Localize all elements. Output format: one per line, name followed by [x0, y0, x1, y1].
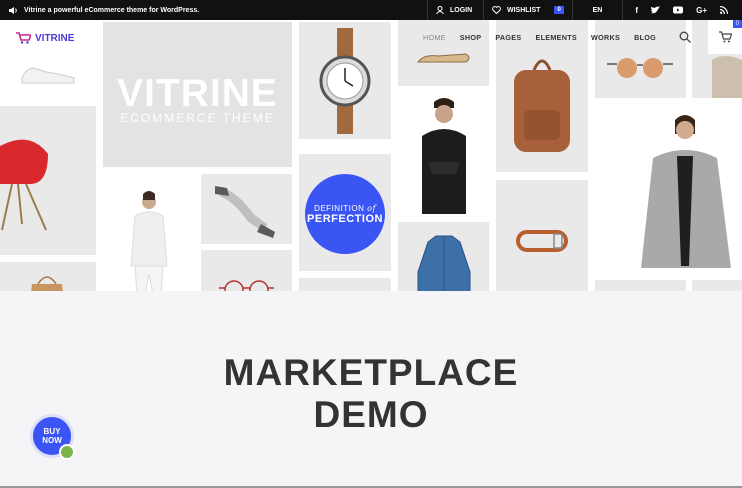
hero-title: VITRINE	[117, 72, 278, 115]
page-heading: MARKETPLACE DEMO	[0, 352, 742, 436]
buy-now-button[interactable]: BUY NOW	[30, 414, 75, 460]
nav-blog[interactable]: BLOG	[634, 33, 656, 42]
google-plus-icon[interactable]: G+	[696, 6, 707, 15]
lower-tile-3	[692, 280, 742, 291]
sneakers-legs-tile	[201, 174, 292, 244]
language-selector[interactable]: EN	[572, 0, 622, 20]
watch-tile	[299, 22, 391, 139]
lower-tile	[299, 278, 391, 291]
hero-collage: VITRINE ECOMMERCE THEME	[0, 20, 742, 291]
facebook-icon[interactable]: f	[635, 6, 638, 15]
definition-of-perfection-badge: DEFINITION of PERFECTION	[305, 174, 385, 254]
glasses-tile	[201, 250, 292, 291]
envato-icon	[59, 444, 75, 460]
language-label: EN	[592, 6, 603, 14]
badge-script-text: of	[367, 203, 376, 213]
sunglasses-image	[607, 58, 673, 78]
divider	[622, 0, 631, 20]
tagline: Vitrine a powerful eCommerce theme for W…	[8, 0, 199, 20]
model-white-tile	[103, 174, 195, 291]
glasses-image	[219, 280, 274, 291]
watch-image	[319, 28, 371, 134]
bag-image	[31, 276, 63, 291]
lower-tile-2	[595, 280, 686, 291]
wishlist-count-badge: 0	[554, 6, 564, 14]
heart-icon	[492, 6, 501, 14]
denim-jacket-image	[417, 235, 471, 291]
model-white-image	[130, 191, 168, 291]
badge-line-2: PERFECTION	[307, 212, 383, 225]
heading-line-2: DEMO	[313, 394, 429, 435]
model-man-image	[422, 98, 466, 214]
login-link[interactable]: LOGIN	[427, 0, 472, 20]
nav-elements[interactable]: ELEMENTS	[535, 33, 577, 42]
backpack-image	[514, 59, 570, 152]
main-navigation: HOME SHOP PAGES ELEMENTS WORKS BLOG	[423, 33, 656, 42]
cart-button[interactable]: 0	[708, 20, 742, 54]
nav-shop[interactable]: SHOP	[460, 33, 482, 42]
model-coat-image	[641, 115, 731, 268]
nav-pages[interactable]: PAGES	[495, 33, 521, 42]
youtube-icon[interactable]	[673, 6, 684, 14]
hero-subtitle: ECOMMERCE THEME	[120, 111, 275, 125]
chair-image	[0, 139, 48, 231]
loafer-image	[416, 53, 470, 63]
nav-works[interactable]: WORKS	[591, 33, 620, 42]
login-label: LOGIN	[450, 6, 473, 14]
badge-line-1: DEFINITION of	[314, 204, 376, 213]
rss-icon[interactable]	[720, 6, 728, 14]
denim-tile	[398, 222, 489, 291]
tagline-text: Vitrine a powerful eCommerce theme for W…	[24, 6, 200, 14]
model-coat-tile	[595, 106, 742, 274]
sneaker-tile	[0, 50, 96, 98]
sneakers-legs-image	[215, 186, 275, 238]
site-logo[interactable]: VITRINE	[16, 32, 74, 44]
sneaker-image	[21, 67, 75, 84]
search-icon[interactable]	[679, 31, 691, 43]
wishlist-label: WISHLIST	[507, 6, 541, 14]
twitter-icon[interactable]	[651, 6, 661, 14]
user-icon	[436, 6, 444, 14]
chair-tile	[0, 106, 96, 255]
belt-image	[516, 230, 568, 252]
bag-tile	[0, 262, 96, 291]
heading-line-1: MARKETPLACE	[223, 352, 519, 393]
speaker-icon	[9, 6, 17, 14]
social-links: f G+	[635, 0, 728, 20]
model-man-tile	[398, 92, 489, 220]
sunglasses-tile	[595, 20, 686, 98]
logo-text: VITRINE	[35, 32, 75, 44]
belt-tile	[496, 180, 588, 291]
badge-line-1-text: DEFINITION	[314, 203, 365, 213]
shoe-tile	[398, 20, 489, 86]
cart-count-badge: 0	[732, 20, 742, 28]
wishlist-link[interactable]: WISHLIST 0	[483, 0, 564, 20]
backpack-tile	[496, 20, 588, 172]
top-bar: Vitrine a powerful eCommerce theme for W…	[0, 0, 742, 20]
cart-icon	[718, 31, 732, 43]
cart-logo-icon	[16, 32, 31, 44]
hero-title-tile: VITRINE ECOMMERCE THEME	[103, 22, 292, 167]
nav-home[interactable]: HOME	[423, 33, 446, 42]
buy-now-line-1: BUY	[43, 427, 61, 436]
